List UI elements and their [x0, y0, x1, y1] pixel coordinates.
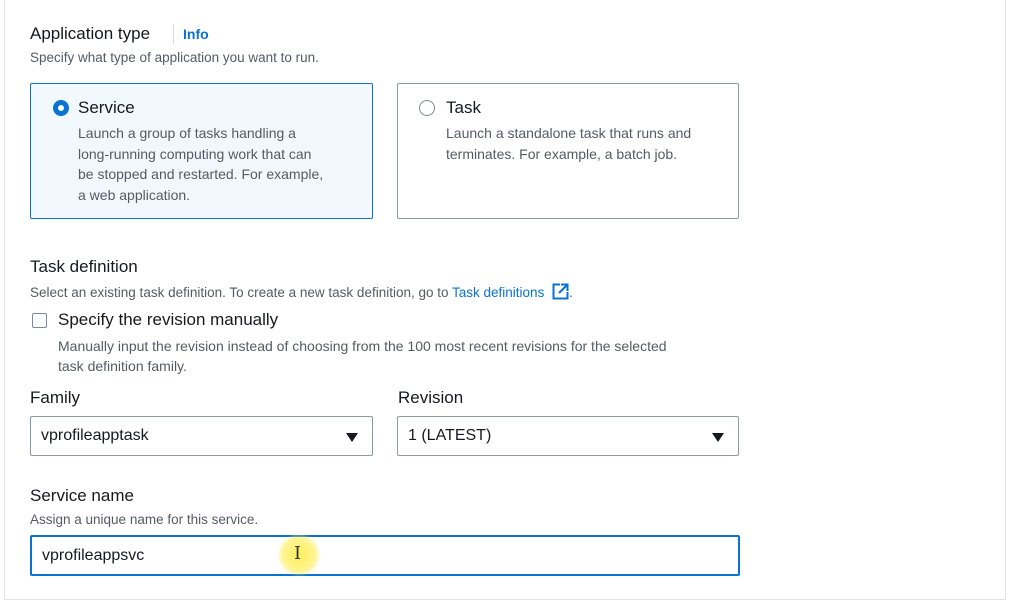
specify-revision-description: Manually input the revision instead of c…	[58, 338, 667, 374]
service-name-input[interactable]	[30, 535, 740, 576]
service-name-label: Service name	[30, 486, 134, 505]
caret-down-icon	[712, 433, 724, 442]
service-radio-button[interactable]	[53, 100, 69, 116]
info-separator	[173, 24, 174, 44]
service-name-description: Assign a unique name for this service.	[30, 512, 259, 527]
specify-revision-label[interactable]: Specify the revision manually	[58, 310, 278, 330]
revision-select[interactable]: 1 (LATEST)	[397, 416, 739, 456]
task-option-description: Launch a standalone task that runs and t…	[446, 125, 692, 162]
service-option-title: Service	[78, 98, 135, 117]
revision-label: Revision	[398, 388, 464, 407]
info-link[interactable]: Info	[183, 26, 209, 42]
task-definitions-link[interactable]: Task definitions	[452, 285, 544, 300]
service-option-tile[interactable]: Service Launch a group of tasks handling…	[30, 83, 373, 219]
application-type-description: Specify what type of application you wan…	[30, 50, 319, 65]
family-label: Family	[30, 388, 81, 407]
revision-select-value: 1 (LATEST)	[408, 427, 492, 444]
family-select[interactable]: vprofileapptask	[30, 416, 373, 456]
task-definition-description: Select an existing task definition. To c…	[30, 283, 573, 303]
external-link-icon[interactable]	[552, 283, 570, 303]
specify-revision-checkbox[interactable]	[32, 313, 47, 328]
task-definition-label: Task definition	[30, 257, 138, 276]
task-radio-button[interactable]	[419, 100, 435, 116]
caret-down-icon	[346, 433, 358, 442]
service-option-description: Launch a group of tasks handling a long-…	[78, 125, 324, 203]
task-option-title: Task	[446, 98, 481, 117]
application-type-label: Application type	[30, 24, 151, 43]
family-select-value: vprofileapptask	[41, 427, 149, 444]
task-option-tile[interactable]: Task Launch a standalone task that runs …	[397, 83, 739, 219]
